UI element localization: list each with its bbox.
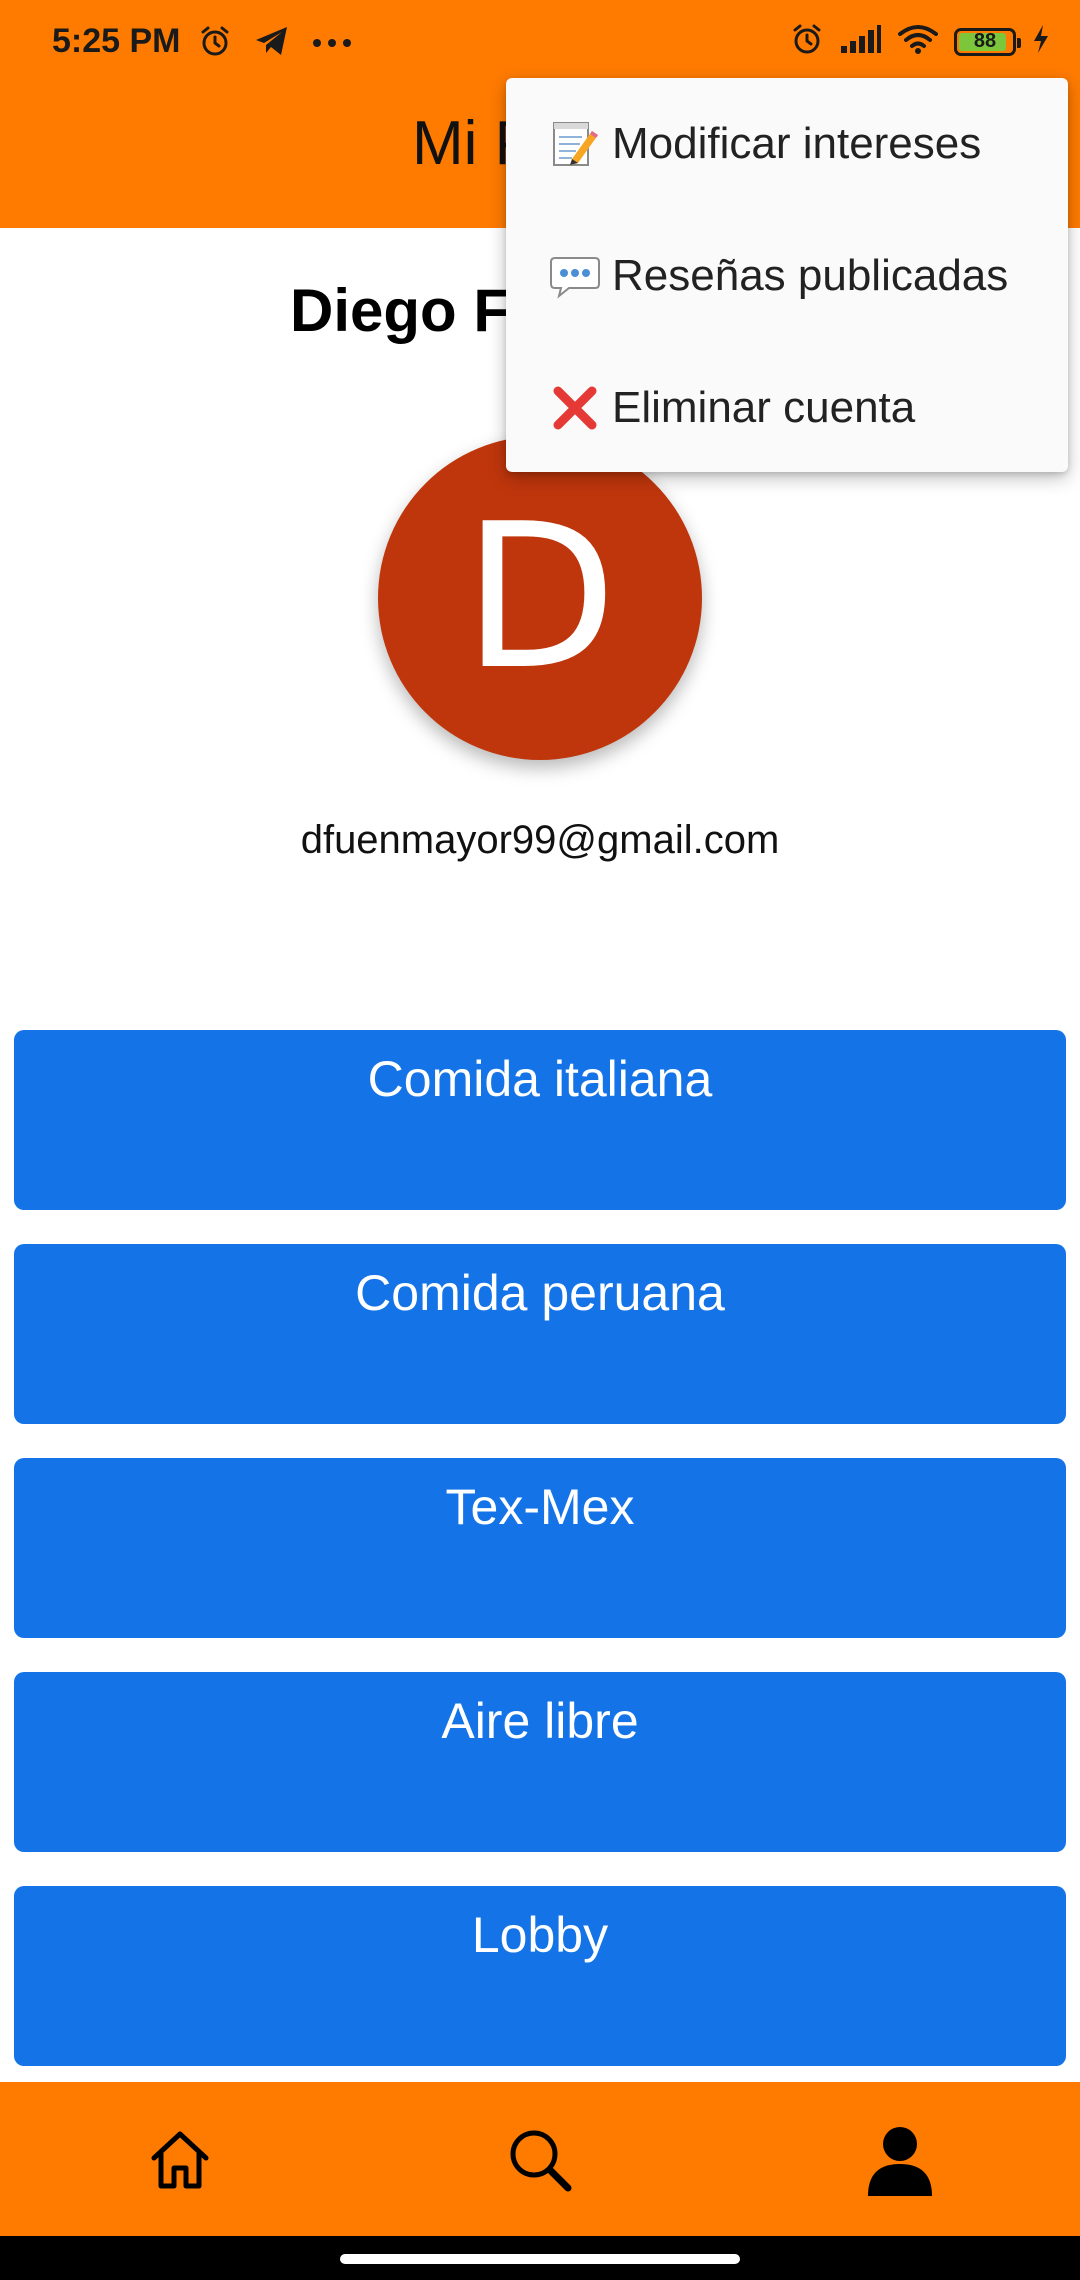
profile-name: Diego F bbox=[290, 277, 510, 344]
wifi-icon bbox=[898, 24, 938, 59]
charging-icon bbox=[1032, 24, 1050, 59]
battery-icon: 88 bbox=[954, 27, 1021, 56]
nav-search[interactable] bbox=[500, 2122, 580, 2202]
avatar-letter: D bbox=[462, 481, 617, 714]
alarm-icon bbox=[198, 24, 232, 63]
status-bar: 5:25 PM 88 bbox=[0, 0, 1080, 88]
status-right-icons: 88 bbox=[790, 22, 1050, 61]
home-indicator[interactable] bbox=[340, 2254, 740, 2264]
home-icon bbox=[148, 2128, 212, 2197]
status-left-icons bbox=[198, 24, 352, 63]
search-icon bbox=[506, 2126, 574, 2199]
battery-level: 88 bbox=[973, 30, 997, 52]
profile-email: dfuenmayor99@gmail.com bbox=[300, 818, 780, 862]
bottom-nav bbox=[0, 2082, 1080, 2236]
gesture-bar bbox=[0, 2236, 1080, 2280]
app-screen: 5:25 PM 88 Mi P Diego F D dfuenmayor99@g… bbox=[0, 0, 1080, 2280]
memo-icon bbox=[548, 117, 602, 171]
nav-profile[interactable] bbox=[860, 2122, 940, 2202]
interest-button[interactable]: Lobby bbox=[14, 1886, 1066, 2066]
interest-button[interactable]: Aire libre bbox=[14, 1672, 1066, 1852]
speech-bubble-icon bbox=[548, 249, 602, 303]
profile-icon bbox=[864, 2124, 936, 2201]
menu-item-eliminar-cuenta[interactable]: Eliminar cuenta bbox=[506, 342, 1068, 474]
avatar: D bbox=[378, 436, 702, 760]
interests-list: Comida italiana Comida peruana Tex-Mex A… bbox=[14, 1030, 1066, 2100]
interest-button[interactable]: Tex-Mex bbox=[14, 1458, 1066, 1638]
menu-item-modificar-intereses[interactable]: Modificar intereses bbox=[506, 78, 1068, 210]
menu-item-resenas-publicadas[interactable]: Reseñas publicadas bbox=[506, 210, 1068, 342]
nav-home[interactable] bbox=[140, 2122, 220, 2202]
cross-mark-icon bbox=[548, 381, 602, 435]
menu-item-label: Eliminar cuenta bbox=[612, 383, 916, 432]
interest-button[interactable]: Comida italiana bbox=[14, 1030, 1066, 1210]
menu-item-label: Modificar intereses bbox=[612, 119, 982, 168]
menu-item-label: Reseñas publicadas bbox=[612, 251, 1009, 300]
status-time: 5:25 PM bbox=[52, 22, 181, 60]
more-dots-icon bbox=[312, 35, 352, 53]
signal-icon bbox=[840, 24, 882, 59]
telegram-icon bbox=[254, 25, 290, 62]
interest-button[interactable]: Comida peruana bbox=[14, 1244, 1066, 1424]
alarm-icon bbox=[790, 22, 824, 61]
overflow-menu: Modificar intereses Reseñas publicadas E… bbox=[506, 78, 1068, 472]
